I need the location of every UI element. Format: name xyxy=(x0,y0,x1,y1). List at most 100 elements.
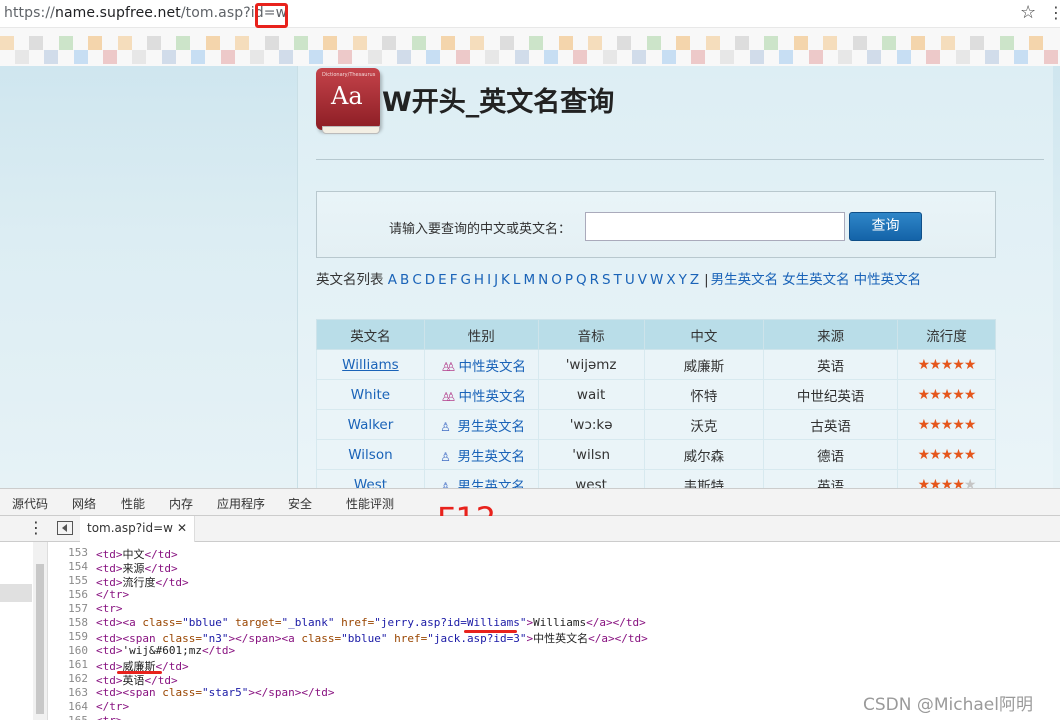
code-line[interactable]: <tr> xyxy=(96,602,123,615)
line-number[interactable]: 155 xyxy=(48,574,88,587)
close-icon[interactable]: ✕ xyxy=(177,521,187,535)
line-number[interactable]: 153 xyxy=(48,546,88,559)
line-number[interactable]: 164 xyxy=(48,700,88,713)
gender-link[interactable]: ♙♙ 中性英文名 xyxy=(423,349,539,380)
code-line[interactable]: </tr> xyxy=(96,700,129,713)
letter-link-h[interactable]: H xyxy=(474,272,484,288)
devtools-tab[interactable]: 性能评测 xyxy=(346,495,394,512)
devtools-menu-icon[interactable]: ⋮ xyxy=(28,518,44,537)
letter-link-x[interactable]: X xyxy=(666,272,675,288)
letter-link-c[interactable]: C xyxy=(412,272,421,288)
gender-text[interactable]: 中性英文名 xyxy=(459,389,527,405)
letter-link-r[interactable]: R xyxy=(590,272,599,288)
name-text[interactable]: Wilson xyxy=(348,447,392,463)
line-number[interactable]: 156 xyxy=(48,588,88,601)
bookmark-blur-block xyxy=(690,50,705,64)
devtools-tab[interactable]: 源代码 xyxy=(12,495,49,518)
line-number[interactable]: 160 xyxy=(48,644,88,657)
toggle-navigator-icon[interactable] xyxy=(57,521,73,535)
gender-text[interactable]: 男生英文名 xyxy=(458,449,526,465)
table-row: Williams ♙♙ 中性英文名'wijəmz 威廉斯 英语 ★★★★★ xyxy=(316,349,996,380)
letter-link-z[interactable]: Z xyxy=(690,272,699,288)
column-header: 性别 xyxy=(423,319,539,350)
letter-link-n[interactable]: N xyxy=(538,272,548,288)
web-page: Dictionary/Thesaurus Aa W开头_英文名查询 请输入要查询… xyxy=(0,66,1060,488)
code-line[interactable]: <td>'wij&#601;mz</td> xyxy=(96,644,235,657)
gender-text[interactable]: 中性英文名 xyxy=(459,359,527,375)
bookmark-blur-block xyxy=(793,36,808,50)
letter-link-t[interactable]: T xyxy=(614,272,622,288)
letter-link-b[interactable]: B xyxy=(400,272,409,288)
letter-link-u[interactable]: U xyxy=(625,272,635,288)
navigator-selected-item[interactable] xyxy=(0,584,32,602)
name-link[interactable]: Williams xyxy=(316,349,425,380)
letter-link-f[interactable]: F xyxy=(450,272,458,288)
gender-link[interactable]: ♙♙ 中性英文名 xyxy=(423,379,539,410)
gender-link[interactable]: ♙ 男生英文名 xyxy=(423,409,539,440)
letter-link-i[interactable]: I xyxy=(487,272,491,288)
address-bar[interactable]: https://name.supfree.net/tom.asp?id=w ☆ … xyxy=(0,0,1060,28)
code-line[interactable]: <td><span class="star5"></span></td> xyxy=(96,686,334,699)
more-icon[interactable]: ⋮ xyxy=(1048,3,1060,22)
letter-link-s[interactable]: S xyxy=(602,272,611,288)
search-button[interactable]: 查询 xyxy=(849,212,922,241)
name-link[interactable]: White xyxy=(316,379,425,410)
code-line[interactable]: <td><a class="bblue" target="_blank" hre… xyxy=(96,616,646,629)
line-number[interactable]: 157 xyxy=(48,602,88,615)
star-icon: ★ xyxy=(917,446,931,463)
logo-caption: Dictionary/Thesaurus xyxy=(322,72,376,78)
letter-link-d[interactable]: D xyxy=(425,272,435,288)
letter-link-l[interactable]: L xyxy=(513,272,521,288)
name-link[interactable]: Walker xyxy=(316,409,425,440)
title-divider xyxy=(316,159,1044,160)
category-link[interactable]: 女生英文名 xyxy=(782,272,850,288)
gender-text[interactable]: 男生英文名 xyxy=(458,419,526,435)
devtools-tab[interactable]: 网络 xyxy=(72,495,96,512)
line-number[interactable]: 165 xyxy=(48,714,88,720)
category-link[interactable]: 中性英文名 xyxy=(854,272,922,288)
letter-link-w[interactable]: W xyxy=(650,272,663,288)
name-text[interactable]: West xyxy=(354,477,387,489)
name-text[interactable]: White xyxy=(351,387,390,403)
category-link[interactable]: 男生英文名 xyxy=(711,272,779,288)
letter-link-e[interactable]: E xyxy=(438,272,447,288)
url-text[interactable]: https://name.supfree.net/tom.asp?id=w xyxy=(4,5,287,21)
popularity-cell: ★★★★★ xyxy=(897,379,996,410)
devtools-tab[interactable]: 内存 xyxy=(169,495,193,512)
line-number[interactable]: 162 xyxy=(48,672,88,685)
gender-text[interactable]: 男生英文名 xyxy=(458,479,526,489)
name-text[interactable]: Walker xyxy=(348,417,394,433)
gender-link[interactable]: ♙ 男生英文名 xyxy=(423,439,539,470)
devtools-tab[interactable]: 安全 xyxy=(288,495,312,512)
line-number[interactable]: 161 xyxy=(48,658,88,671)
name-link[interactable]: West xyxy=(316,469,425,489)
devtools-tab[interactable]: 性能 xyxy=(121,495,145,512)
letter-link-k[interactable]: K xyxy=(501,272,510,288)
line-number[interactable]: 163 xyxy=(48,686,88,699)
column-header: 流行度 xyxy=(897,319,996,350)
letter-link-q[interactable]: Q xyxy=(576,272,587,288)
line-number[interactable]: 154 xyxy=(48,560,88,573)
letter-link-a[interactable]: A xyxy=(388,272,397,288)
devtools-tab[interactable]: 应用程序 xyxy=(217,495,265,512)
name-link[interactable]: Wilson xyxy=(316,439,425,470)
line-number[interactable]: 158 xyxy=(48,616,88,629)
code-line[interactable]: </tr> xyxy=(96,588,129,601)
name-text[interactable]: Williams xyxy=(342,357,399,373)
letter-link-j[interactable]: J xyxy=(494,272,498,288)
letter-link-m[interactable]: M xyxy=(523,272,535,288)
file-tab[interactable]: tom.asp?id=w ✕ xyxy=(80,516,196,542)
letter-link-y[interactable]: Y xyxy=(679,272,687,288)
scrollbar-thumb[interactable] xyxy=(36,564,44,714)
code-line[interactable]: <tr> xyxy=(96,714,123,720)
letter-link-p[interactable]: P xyxy=(565,272,573,288)
line-number[interactable]: 159 xyxy=(48,630,88,643)
alphabet-list: 英文名列表 A B C D E F G H I J K L M N O P Q R S T U V W X Y Z | 男生英文名 女生… xyxy=(316,270,1006,291)
letter-link-o[interactable]: O xyxy=(551,272,562,288)
gender-link[interactable]: ♙ 男生英文名 xyxy=(423,469,539,489)
page-title: W开头_英文名查询 xyxy=(382,87,615,118)
letter-link-g[interactable]: G xyxy=(460,272,470,288)
letter-link-v[interactable]: V xyxy=(638,272,647,288)
search-input[interactable] xyxy=(585,212,845,241)
bookmark-star-icon[interactable]: ☆ xyxy=(1020,2,1036,23)
